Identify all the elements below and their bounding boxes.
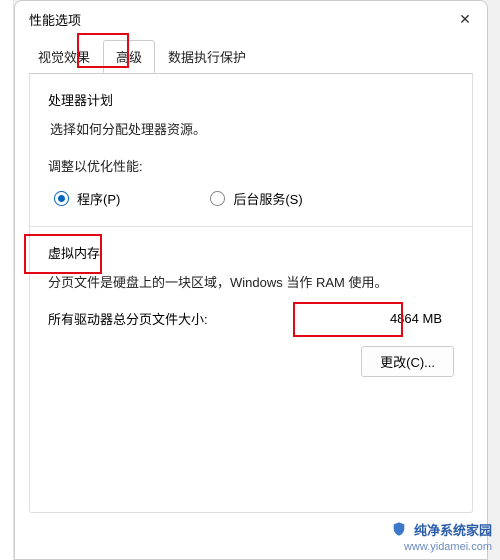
tab-strip: 视觉效果 高级 数据执行保护: [15, 39, 487, 73]
shield-icon: [391, 521, 407, 537]
scheduling-radio-group: 程序(P) 后台服务(S): [48, 189, 454, 208]
change-button[interactable]: 更改(C)...: [361, 346, 454, 377]
background-sliver: [0, 0, 14, 560]
tab-advanced[interactable]: 高级: [103, 40, 155, 73]
paging-file-total-row: 所有驱动器总分页文件大小: 4864 MB: [48, 309, 454, 328]
tab-dep[interactable]: 数据执行保护: [155, 40, 259, 73]
adjust-for-label: 调整以优化性能:: [48, 156, 454, 175]
section-divider: [30, 226, 472, 227]
radio-icon: [210, 191, 225, 206]
virtual-memory-title: 虚拟内存: [48, 243, 454, 262]
performance-options-dialog: 性能选项 ✕ 视觉效果 高级 数据执行保护 处理器计划 选择如何分配处理器资源。…: [14, 0, 488, 560]
change-button-row: 更改(C)...: [48, 346, 454, 377]
radio-programs[interactable]: 程序(P): [54, 189, 120, 208]
radio-background-services[interactable]: 后台服务(S): [210, 189, 302, 208]
tab-visual-effects[interactable]: 视觉效果: [25, 40, 103, 73]
radio-icon: [54, 191, 69, 206]
virtual-memory-desc: 分页文件是硬盘上的一块区域，Windows 当作 RAM 使用。: [48, 272, 454, 291]
radio-services-label: 后台服务(S): [233, 189, 302, 208]
tab-panel-advanced: 处理器计划 选择如何分配处理器资源。 调整以优化性能: 程序(P) 后台服务(S…: [29, 73, 473, 513]
paging-file-total-value: 4864 MB: [378, 309, 454, 328]
radio-programs-label: 程序(P): [77, 189, 120, 208]
close-icon[interactable]: ✕: [455, 9, 475, 29]
watermark-line1: 纯净系统家园: [391, 521, 492, 540]
watermark: 纯净系统家园 www.yidamei.com: [391, 521, 492, 554]
watermark-line2: www.yidamei.com: [391, 540, 492, 554]
paging-file-total-label: 所有驱动器总分页文件大小:: [48, 309, 208, 328]
processor-scheduling-title: 处理器计划: [48, 90, 454, 109]
dialog-title: 性能选项: [29, 10, 81, 29]
titlebar: 性能选项 ✕: [15, 1, 487, 35]
processor-scheduling-desc: 选择如何分配处理器资源。: [48, 119, 454, 138]
